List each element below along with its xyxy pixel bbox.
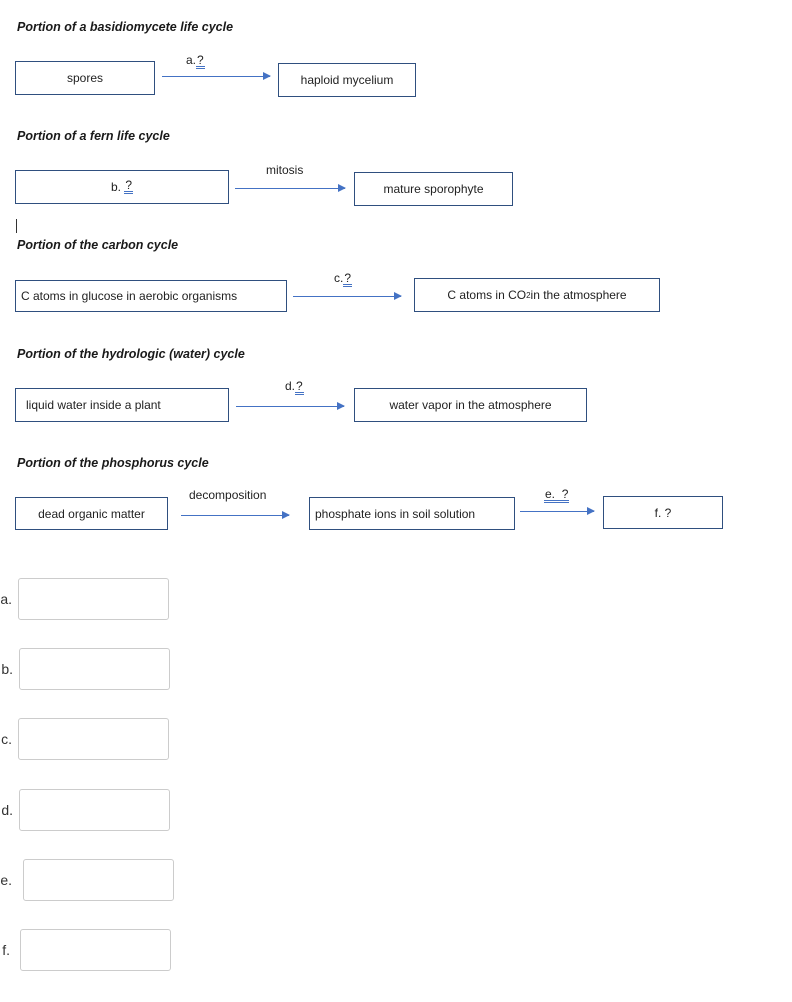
answer-input-c[interactable] xyxy=(18,718,169,760)
arrow-label-d: d.? xyxy=(285,379,304,395)
answer-label-e: e. xyxy=(0,872,12,888)
box-glucose: C atoms in glucose in aerobic organisms xyxy=(15,280,287,312)
answer-label-a: a. xyxy=(0,591,12,607)
text-cursor xyxy=(16,219,17,233)
answer-input-a[interactable] xyxy=(18,578,169,620)
blank-e: e. ? xyxy=(544,487,570,503)
section-heading-phosphorus: Portion of the phosphorus cycle xyxy=(17,456,209,470)
arrow-label-decomposition: decomposition xyxy=(189,488,267,502)
arrow-spores-to-mycelium xyxy=(162,72,271,80)
answer-row-d: d. xyxy=(0,789,170,831)
label-prefix: a. xyxy=(186,53,197,67)
answer-row-e: e. xyxy=(0,859,174,901)
label-prefix: e. xyxy=(545,487,556,501)
section-heading-carbon: Portion of the carbon cycle xyxy=(17,238,179,252)
box-phosphate-ions: phosphate ions in soil solution xyxy=(309,497,515,530)
answer-label-d: d. xyxy=(1,802,13,818)
label-prefix: d. xyxy=(285,379,296,393)
answer-label-f: f. xyxy=(2,942,10,958)
blank-b: ? xyxy=(124,178,134,194)
blank-c: ? xyxy=(343,271,353,287)
arrow-water-to-vapor xyxy=(236,402,345,410)
blank-a: ? xyxy=(196,53,205,69)
section-heading-fern: Portion of a fern life cycle xyxy=(17,129,170,143)
box-co2-atmosphere: C atoms in CO 2 in the atmosphere xyxy=(414,278,660,312)
section-heading-basidiomycete: Portion of a basidiomycete life cycle xyxy=(17,20,234,34)
answer-input-b[interactable] xyxy=(19,648,170,690)
box-text: in the atmosphere xyxy=(530,288,627,302)
box-spores: spores xyxy=(15,61,155,95)
box-text: C atoms in CO xyxy=(447,288,527,302)
section-heading-hydrologic: Portion of the hydrologic (water) cycle xyxy=(17,347,245,361)
answer-label-c: c. xyxy=(1,731,12,747)
box-water-vapor: water vapor in the atmosphere xyxy=(354,388,587,422)
arrow-phosphate-to-f xyxy=(520,507,595,515)
arrow-organic-to-phosphate xyxy=(181,511,290,519)
answer-label-b: b. xyxy=(1,661,13,677)
arrow-b-to-sporophyte xyxy=(235,184,346,192)
arrow-label-e: e. ? xyxy=(544,487,570,503)
blank-d: ? xyxy=(295,379,304,395)
arrow-label-a: a.? xyxy=(186,53,205,69)
label-prefix: c. xyxy=(334,271,344,285)
box-haploid-mycelium: haploid mycelium xyxy=(278,63,416,97)
arrow-glucose-to-co2 xyxy=(293,292,402,300)
box-b-unknown: b. ? xyxy=(15,170,229,204)
label-prefix: b. xyxy=(110,180,121,194)
answer-input-e[interactable] xyxy=(23,859,174,901)
answer-row-b: b. xyxy=(0,648,170,690)
arrow-label-c: c.? xyxy=(334,271,353,287)
answer-row-f: f. xyxy=(0,929,171,971)
box-mature-sporophyte: mature sporophyte xyxy=(354,172,513,206)
blank-mark: ? xyxy=(561,487,569,501)
arrow-label-mitosis: mitosis xyxy=(266,163,304,177)
answer-input-f[interactable] xyxy=(20,929,171,971)
answer-row-a: a. xyxy=(0,578,169,620)
answer-row-c: c. xyxy=(0,718,169,760)
box-liquid-water: liquid water inside a plant xyxy=(15,388,229,422)
answer-input-d[interactable] xyxy=(19,789,170,831)
box-dead-organic-matter: dead organic matter xyxy=(15,497,168,530)
box-f-unknown: f. ? xyxy=(603,496,723,529)
